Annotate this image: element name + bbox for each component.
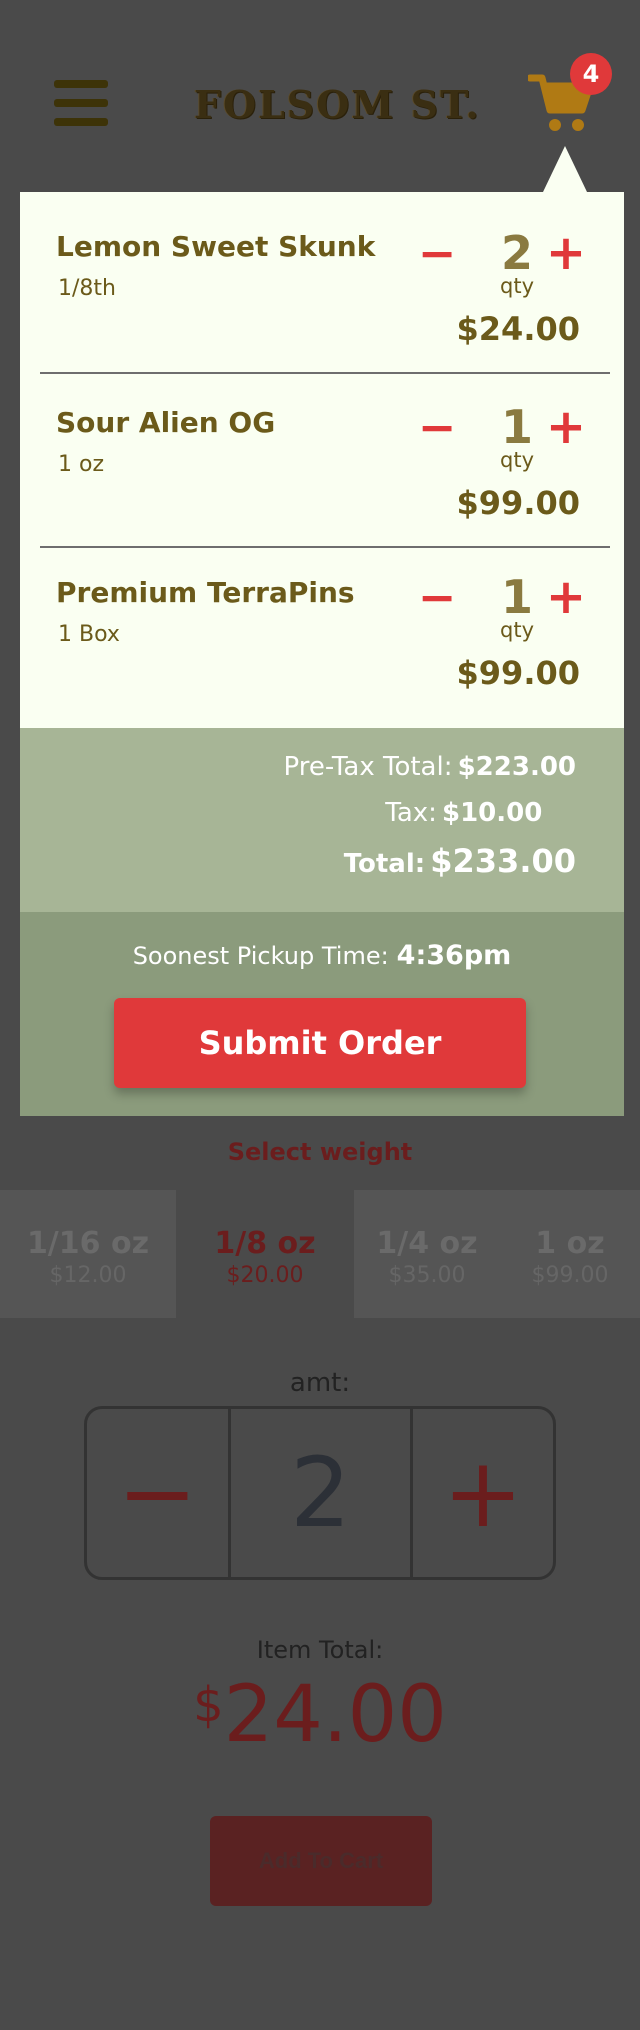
weight-option-1-8-oz[interactable]: 1/8 oz $20.00: [176, 1190, 354, 1318]
cart-item-variant: 1/8th: [58, 276, 116, 301]
weight-option-label: 1/8 oz: [214, 1226, 316, 1261]
tax-value: $10.00: [442, 798, 543, 828]
weight-option-price: $20.00: [226, 1263, 304, 1288]
hamburger-menu-icon[interactable]: [54, 80, 108, 126]
qty-label: qty: [500, 618, 534, 642]
amount-stepper: − 2 +: [84, 1406, 556, 1580]
weight-option-price: $12.00: [49, 1263, 127, 1288]
weight-option-label: 1/4 oz: [376, 1226, 478, 1261]
total-value: $233.00: [430, 842, 576, 880]
weight-option-1-oz[interactable]: 1 oz $99.00: [500, 1190, 640, 1318]
cart-dropdown-pointer: [543, 146, 587, 192]
pretax-total-label: Pre-Tax Total:: [283, 752, 453, 782]
decrease-qty-button[interactable]: −: [412, 230, 462, 276]
total-row: Total: $233.00: [344, 842, 576, 880]
pickup-time-line: Soonest Pickup Time: 4:36pm: [20, 940, 624, 971]
cart-item: Premium TerraPins 1 Box − 1 + qty $99.00: [20, 542, 624, 714]
add-to-cart-button[interactable]: Add To Cart: [210, 1816, 432, 1906]
item-total-label: Item Total:: [256, 1636, 384, 1664]
amount-label: amt:: [289, 1368, 351, 1398]
pickup-section: Soonest Pickup Time: 4:36pm Submit Order: [20, 912, 624, 1116]
amount-increase-button[interactable]: +: [413, 1409, 553, 1577]
increase-qty-button[interactable]: +: [536, 403, 596, 451]
select-weight-label: Select weight: [227, 1138, 413, 1166]
pickup-time-value: 4:36pm: [396, 940, 512, 971]
qty-label: qty: [500, 274, 534, 298]
weight-option-1-16-oz[interactable]: 1/16 oz $12.00: [0, 1190, 176, 1318]
cart-item-list: Lemon Sweet Skunk 1/8th − 2 + qty $24.00…: [20, 192, 624, 728]
weight-options: 1/16 oz $12.00 1/8 oz $20.00 1/4 oz $35.…: [0, 1190, 640, 1318]
order-totals: Pre-Tax Total: $223.00 Tax: $10.00 Total…: [20, 728, 624, 912]
cart-item-price: $99.00: [456, 654, 580, 692]
weight-option-price: $35.00: [388, 1263, 466, 1288]
decrease-qty-button[interactable]: −: [412, 574, 462, 620]
pretax-total-row: Pre-Tax Total: $223.00: [284, 752, 577, 782]
amount-decrease-button[interactable]: −: [87, 1409, 231, 1577]
cart-item: Sour Alien OG 1 oz − 1 + qty $99.00: [20, 368, 624, 540]
tax-row: Tax: $10.00: [385, 798, 576, 828]
cart-item-variant: 1 Box: [58, 622, 120, 647]
item-total-currency: $: [193, 1677, 224, 1733]
decrease-qty-button[interactable]: −: [412, 404, 462, 450]
tax-label: Tax:: [385, 798, 437, 828]
cart-item-price: $24.00: [456, 310, 580, 348]
amount-value: 2: [231, 1409, 413, 1577]
total-label: Total:: [343, 849, 426, 879]
pretax-total-value: $223.00: [457, 752, 576, 782]
cart-item-price: $99.00: [456, 484, 580, 522]
cart-item-name: Premium TerraPins: [56, 576, 355, 609]
weight-option-label: 1/16 oz: [26, 1226, 150, 1261]
cart-dropdown: Lemon Sweet Skunk 1/8th − 2 + qty $24.00…: [20, 192, 624, 1116]
cart-item-variant: 1 oz: [58, 452, 104, 477]
qty-label: qty: [500, 448, 534, 472]
brand-logo[interactable]: FOLSOM ST.: [194, 82, 481, 127]
weight-option-price: $99.00: [531, 1263, 609, 1288]
item-total-value: $24.00: [0, 1670, 640, 1760]
cart-item: Lemon Sweet Skunk 1/8th − 2 + qty $24.00: [20, 192, 624, 364]
cart-item-name: Lemon Sweet Skunk: [56, 230, 376, 263]
weight-option-1-4-oz[interactable]: 1/4 oz $35.00: [354, 1190, 500, 1318]
submit-order-button[interactable]: Submit Order: [114, 998, 526, 1088]
item-total-amount: 24.00: [223, 1670, 447, 1760]
cart-item-name: Sour Alien OG: [56, 406, 276, 439]
pickup-time-label: Soonest Pickup Time:: [132, 942, 389, 970]
increase-qty-button[interactable]: +: [536, 573, 596, 621]
increase-qty-button[interactable]: +: [536, 229, 596, 277]
cart-count-badge: 4: [570, 53, 612, 95]
weight-option-label: 1 oz: [535, 1226, 605, 1261]
